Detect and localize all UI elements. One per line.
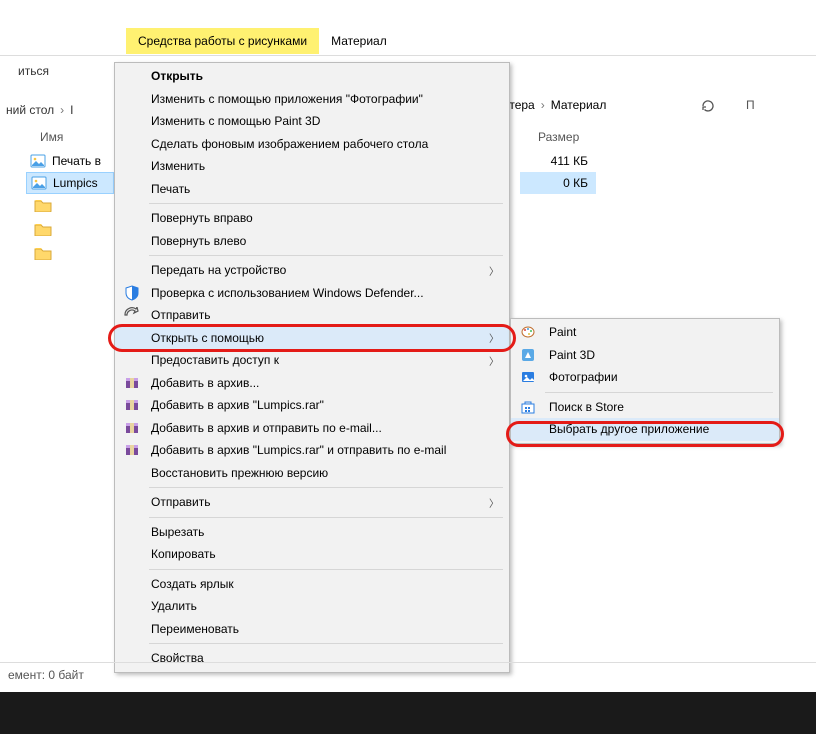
ribbon-tab-material[interactable]: Материал — [319, 28, 399, 54]
file-label: Lumpics — [53, 176, 98, 190]
submenu-arrow-icon: 〉 — [489, 330, 499, 345]
size-list: 411 КБ 0 КБ — [520, 150, 596, 194]
breadcrumb-right[interactable]: интера Материал — [496, 98, 606, 112]
store-icon — [519, 398, 537, 416]
ctx-shortcut[interactable]: Создать ярлык — [115, 573, 509, 596]
breadcrumb-left[interactable]: ний стол I — [6, 98, 73, 122]
file-label: Печать в — [52, 154, 101, 168]
ctx-rename[interactable]: Переименовать — [115, 618, 509, 641]
folder-icon[interactable] — [34, 222, 52, 236]
paint3d-icon — [519, 346, 537, 364]
submenu-arrow-icon: 〉 — [489, 263, 499, 278]
file-list: Печать в Lumpics — [26, 150, 114, 194]
ctx-rotate-right[interactable]: Повернуть вправо — [115, 207, 509, 230]
size-value: 411 КБ — [520, 150, 596, 172]
winrar-icon — [123, 419, 141, 437]
size-value: 0 КБ — [520, 172, 596, 194]
ctx-give-access[interactable]: Предоставить доступ к〉 — [115, 349, 509, 372]
ctx-edit[interactable]: Изменить — [115, 155, 509, 178]
submenu-paint[interactable]: Paint — [511, 321, 779, 344]
photos-icon — [519, 368, 537, 386]
ctx-print[interactable]: Печать — [115, 178, 509, 201]
breadcrumb-part[interactable]: Материал — [551, 98, 607, 112]
winrar-icon — [123, 441, 141, 459]
ribbon-fragment: иться — [18, 64, 49, 78]
winrar-icon — [123, 396, 141, 414]
column-header-size[interactable]: Размер — [538, 130, 579, 144]
ctx-separator — [149, 487, 503, 488]
submenu-photos[interactable]: Фотографии — [511, 366, 779, 389]
ctx-separator — [149, 569, 503, 570]
ribbon-tabs: Средства работы с рисунками Материал — [0, 26, 816, 56]
paint-icon — [519, 323, 537, 341]
ctx-edit-photos[interactable]: Изменить с помощью приложения "Фотографи… — [115, 88, 509, 111]
file-row[interactable]: Печать в — [26, 150, 114, 172]
status-bar: емент: 0 байт — [0, 662, 816, 686]
ctx-add-lumpics-mail[interactable]: Добавить в архив "Lumpics.rar" и отправи… — [115, 439, 509, 462]
folder-icons — [34, 198, 52, 260]
ctx-open[interactable]: Открыть — [115, 65, 509, 88]
ctx-defender[interactable]: Проверка с использованием Windows Defend… — [115, 282, 509, 305]
shield-icon — [123, 284, 141, 302]
ctx-add-lumpics[interactable]: Добавить в архив "Lumpics.rar" — [115, 394, 509, 417]
breadcrumb-sep — [535, 98, 551, 112]
file-row-selected[interactable]: Lumpics — [26, 172, 114, 194]
ctx-delete[interactable]: Удалить — [115, 595, 509, 618]
ctx-separator — [149, 203, 503, 204]
ctx-set-wallpaper[interactable]: Сделать фоновым изображением рабочего ст… — [115, 133, 509, 156]
ctx-cut[interactable]: Вырезать — [115, 521, 509, 544]
share-icon — [123, 306, 141, 324]
winrar-icon — [123, 374, 141, 392]
ribbon-tab-picture-tools[interactable]: Средства работы с рисунками — [126, 28, 319, 54]
submenu-store[interactable]: Поиск в Store — [511, 396, 779, 419]
breadcrumb-part[interactable]: ний стол — [6, 103, 54, 117]
submenu-arrow-icon: 〉 — [489, 495, 499, 510]
context-menu: Открыть Изменить с помощью приложения "Ф… — [114, 62, 510, 673]
submenu-arrow-icon: 〉 — [489, 353, 499, 368]
ctx-prev-versions[interactable]: Восстановить прежнюю версию — [115, 462, 509, 485]
ctx-rotate-left[interactable]: Повернуть влево — [115, 230, 509, 253]
ctx-add-mail[interactable]: Добавить в архив и отправить по e-mail..… — [115, 417, 509, 440]
ctx-add-archive[interactable]: Добавить в архив... — [115, 372, 509, 395]
open-with-submenu: Paint Paint 3D Фотографии Поиск в Store … — [510, 318, 780, 444]
ctx-send-to[interactable]: Отправить〉 — [115, 491, 509, 514]
ctx-separator — [149, 517, 503, 518]
taskbar-edge — [0, 692, 816, 734]
status-text: емент: 0 байт — [8, 668, 84, 682]
ctx-copy[interactable]: Копировать — [115, 543, 509, 566]
ctx-cast[interactable]: Передать на устройство〉 — [115, 259, 509, 282]
ctx-separator — [545, 392, 773, 393]
ctx-edit-paint3d[interactable]: Изменить с помощью Paint 3D — [115, 110, 509, 133]
ctx-separator — [149, 643, 503, 644]
refresh-icon[interactable] — [700, 98, 716, 114]
submenu-paint3d[interactable]: Paint 3D — [511, 344, 779, 367]
folder-icon[interactable] — [34, 246, 52, 260]
ctx-share[interactable]: Отправить — [115, 304, 509, 327]
breadcrumb-sep — [54, 103, 70, 117]
folder-icon[interactable] — [34, 198, 52, 212]
search-fragment[interactable]: П — [746, 98, 755, 112]
column-header-name[interactable]: Имя — [40, 130, 63, 144]
ctx-open-with[interactable]: Открыть с помощью〉 — [115, 327, 509, 350]
breadcrumb-part[interactable]: I — [70, 103, 73, 117]
image-file-icon — [31, 175, 47, 191]
submenu-choose-another[interactable]: Выбрать другое приложение — [511, 418, 779, 441]
ctx-separator — [149, 255, 503, 256]
image-file-icon — [30, 153, 46, 169]
